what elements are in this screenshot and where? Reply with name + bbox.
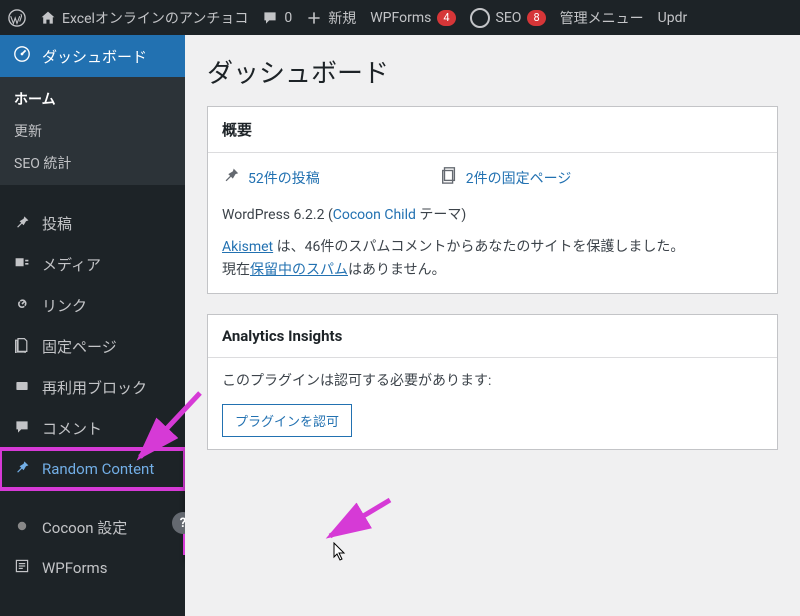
seo-badge: 8	[527, 10, 545, 26]
pages-stat-link[interactable]: 2件の固定ページ	[440, 165, 572, 194]
block-icon	[12, 378, 32, 398]
submenu-home[interactable]: ホーム	[0, 83, 185, 115]
authorize-plugin-button[interactable]: プラグインを認可	[222, 404, 352, 437]
page-title: ダッシュボード	[207, 53, 778, 90]
sidebar-item-posts[interactable]: 投稿	[0, 203, 185, 244]
comments-count: 0	[284, 10, 292, 26]
overview-box: 概要 52件の投稿 2件の固定ページ WordPress 6.2.2 (Coco	[207, 106, 778, 294]
admin-sidebar: ダッシュボード ホーム 更新 SEO 統計 投稿 メディア リンク 固定ページ …	[0, 35, 185, 616]
posts-stat-link[interactable]: 52件の投稿	[222, 165, 320, 194]
analytics-heading: Analytics Insights	[208, 315, 777, 358]
comments-icon	[12, 419, 32, 439]
updr-link[interactable]: Updr	[658, 10, 688, 26]
cocoon-label: Cocoon 設定	[42, 517, 127, 538]
analytics-box: Analytics Insights このプラグインは認可する必要があります: …	[207, 314, 778, 450]
wpforms-label: WPForms	[370, 10, 431, 26]
pages-icon	[440, 165, 458, 194]
comment-icon	[262, 10, 278, 26]
analytics-text: このプラグインは認可する必要があります:	[222, 370, 763, 392]
admin-menu-label: 管理メニュー	[560, 8, 644, 28]
circle-icon	[12, 518, 32, 537]
sidebar-item-links[interactable]: リンク	[0, 285, 185, 326]
sidebar-item-cocoon[interactable]: Cocoon 設定	[0, 507, 185, 548]
wpforms-link[interactable]: WPForms 4	[370, 10, 455, 26]
akismet-link[interactable]: Akismet	[222, 239, 273, 255]
main-content: ダッシュボード 概要 52件の投稿 2件の固定ページ WordP	[185, 35, 800, 616]
random-content-label: Random Content	[42, 460, 154, 478]
pages-stat-text: 2件の固定ページ	[466, 168, 572, 190]
sidebar-item-pages[interactable]: 固定ページ	[0, 326, 185, 367]
admin-bar: Excelオンラインのアンチョコ 0 新規 WPForms 4 SEO 8 管理…	[0, 0, 800, 35]
site-name-link[interactable]: Excelオンラインのアンチョコ	[40, 8, 248, 28]
admin-menu-link[interactable]: 管理メニュー	[560, 8, 644, 28]
sidebar-item-random-content[interactable]: Random Content	[0, 449, 185, 489]
site-title: Excelオンラインのアンチョコ	[62, 8, 248, 28]
wpforms-sidebar-label: WPForms	[42, 559, 107, 577]
posts-stat-text: 52件の投稿	[248, 168, 320, 190]
submenu-seo-stats[interactable]: SEO 統計	[0, 147, 185, 179]
new-content-link[interactable]: 新規	[306, 8, 356, 28]
pin-icon	[12, 214, 32, 234]
wpforms-badge: 4	[437, 10, 455, 26]
links-label: リンク	[42, 295, 87, 316]
plus-icon	[306, 10, 322, 26]
wp-logo[interactable]	[8, 9, 26, 27]
dashboard-label: ダッシュボード	[42, 46, 147, 67]
theme-link[interactable]: Cocoon Child	[333, 207, 416, 223]
seo-link[interactable]: SEO 8	[470, 8, 546, 28]
reusable-label: 再利用ブロック	[42, 377, 147, 398]
media-label: メディア	[42, 254, 101, 275]
form-icon	[12, 558, 32, 578]
pin-icon	[12, 459, 32, 479]
seo-label: SEO	[496, 10, 522, 26]
sidebar-item-media[interactable]: メディア	[0, 244, 185, 285]
wordpress-icon	[8, 9, 26, 27]
submenu-update[interactable]: 更新	[0, 115, 185, 147]
posts-label: 投稿	[42, 213, 72, 234]
link-icon	[12, 296, 32, 316]
seo-circle-icon	[470, 8, 490, 28]
sidebar-item-reusable[interactable]: 再利用ブロック	[0, 367, 185, 408]
updr-label: Updr	[658, 10, 688, 26]
pages-label: 固定ページ	[42, 336, 117, 357]
new-label: 新規	[328, 8, 356, 28]
sidebar-item-wpforms[interactable]: WPForms	[0, 548, 185, 588]
comments-link[interactable]: 0	[262, 10, 292, 26]
pin-icon	[222, 165, 240, 194]
sidebar-item-dashboard[interactable]: ダッシュボード	[0, 35, 185, 77]
pages-icon	[12, 337, 32, 357]
media-icon	[12, 255, 32, 275]
dashboard-submenu: ホーム 更新 SEO 統計	[0, 77, 185, 185]
home-icon	[40, 10, 56, 26]
dashboard-icon	[12, 45, 32, 67]
version-line: WordPress 6.2.2 (Cocoon Child テーマ)	[222, 204, 763, 226]
akismet-line: Akismet は、46件のスパムコメントからあなたのサイトを保護しました。 現…	[222, 236, 763, 281]
comments-label: コメント	[42, 418, 102, 439]
sidebar-item-comments[interactable]: コメント	[0, 408, 185, 449]
pending-spam-link[interactable]: 保留中のスパム	[250, 262, 348, 278]
overview-heading: 概要	[208, 107, 777, 153]
